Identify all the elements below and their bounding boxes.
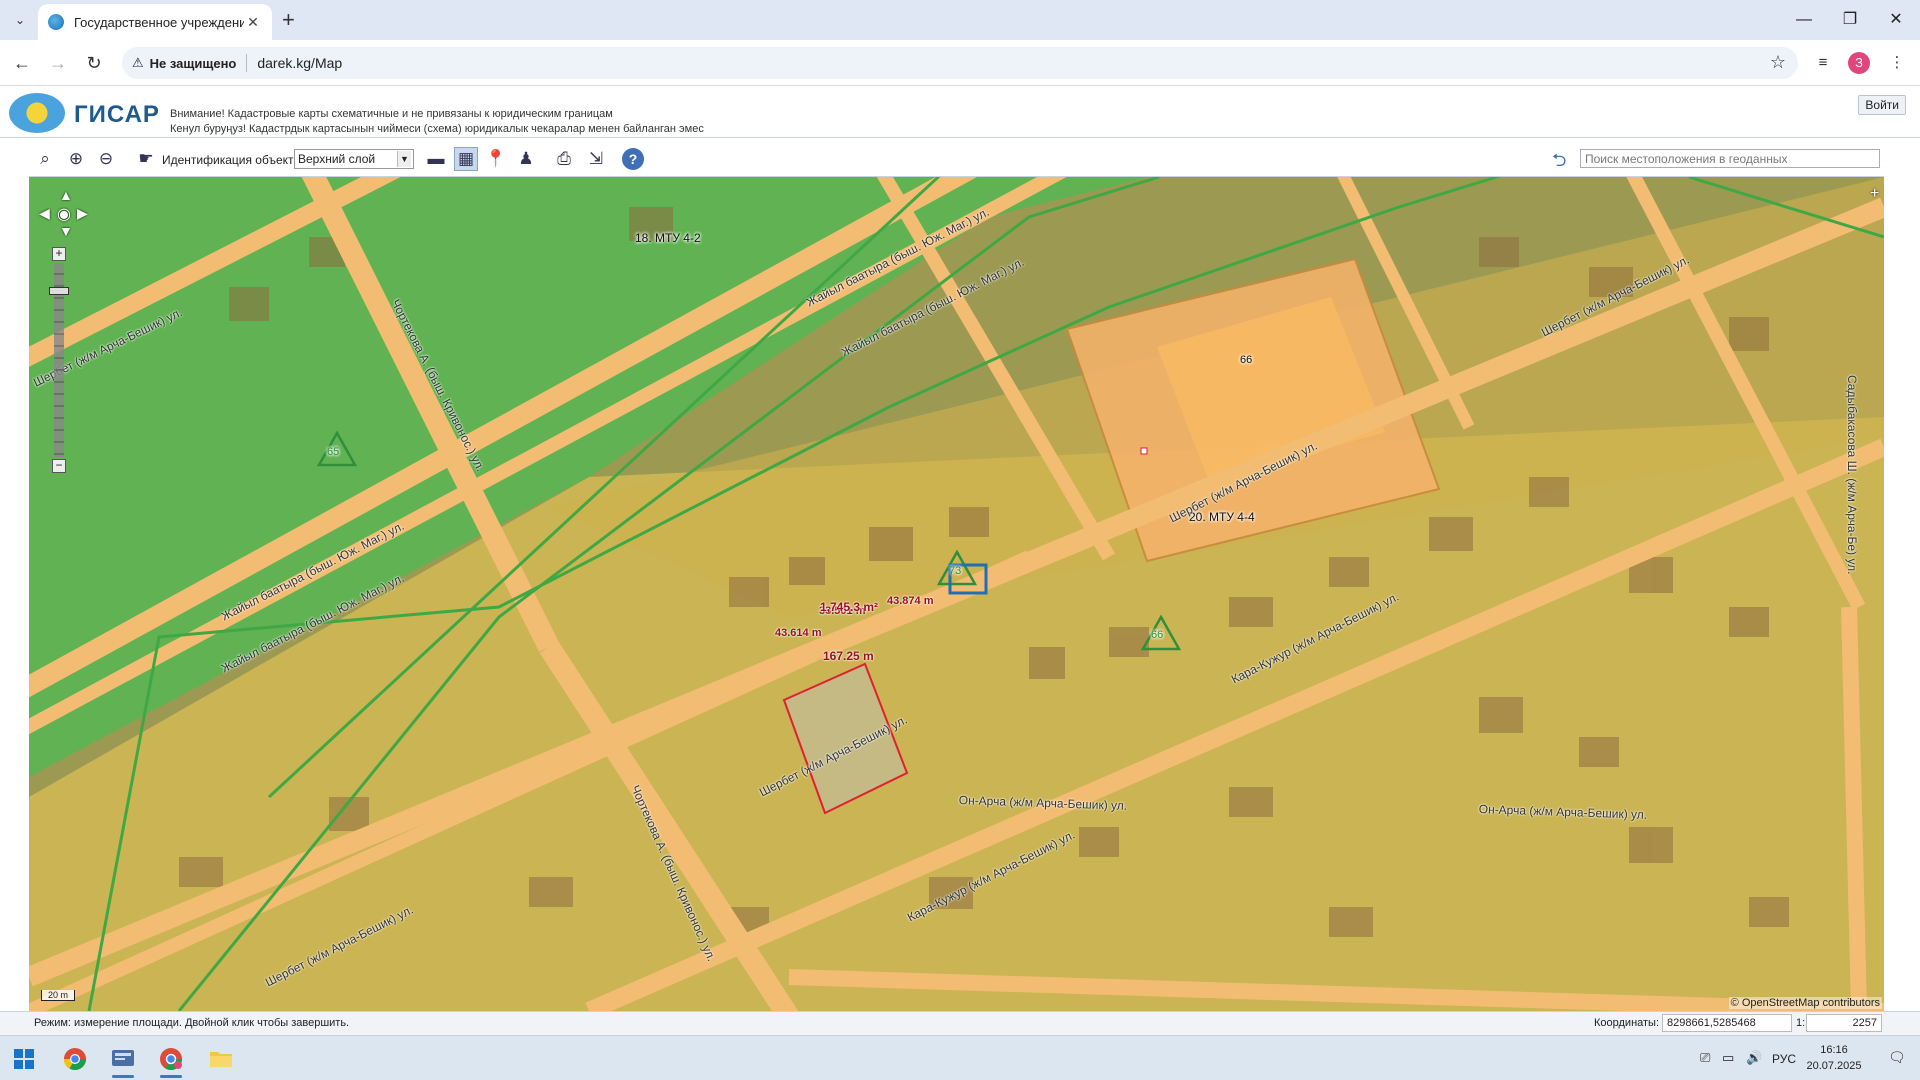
os-taskbar: ⎚ ▭ 🔊 РУС 16:16 20.07.2025 🗨 — [0, 1035, 1920, 1080]
scale-value-input[interactable]: 2257 — [1806, 1014, 1882, 1032]
zoom-out-button[interactable]: − — [52, 459, 66, 473]
point-marker — [1140, 447, 1148, 455]
chrome-profile-taskbar-icon[interactable] — [154, 1042, 188, 1078]
clock-date: 20.07.2025 — [1806, 1060, 1862, 1072]
zoom-in-tool-icon[interactable]: ⊕ — [64, 147, 88, 171]
tab-close-icon[interactable]: ✕ — [244, 14, 262, 31]
print-icon[interactable]: ⎙ — [552, 147, 576, 171]
security-chip[interactable]: ⚠ Не защищено — [132, 55, 236, 71]
clock-time: 16:16 — [1820, 1044, 1848, 1056]
chrome-taskbar-icon[interactable] — [58, 1042, 92, 1076]
zoom-extent-icon[interactable]: ⌕ — [33, 147, 57, 171]
new-tab-button[interactable]: + — [282, 8, 295, 32]
triangle-label-73: 73 — [949, 565, 962, 577]
pan-right-icon[interactable]: ▶ — [77, 205, 88, 222]
coordinates-label: Координаты: — [1594, 1017, 1660, 1029]
select-chevron-down-icon: ▼ — [397, 151, 411, 167]
window-close-button[interactable]: ✕ — [1876, 8, 1916, 32]
zone-label-18: 18. МТУ 4-2 — [635, 231, 701, 245]
omnibox-divider — [246, 54, 248, 72]
zoom-out-tool-icon[interactable]: ⊖ — [94, 147, 118, 171]
window-minimize-button[interactable]: — — [1784, 8, 1824, 32]
pan-control[interactable]: ▲ ◀ ▶ ▼ ◉ — [39, 187, 93, 241]
warning-triangle-icon: ⚠ — [132, 55, 144, 70]
scale-label: 1: — [1796, 1017, 1806, 1029]
address-bar[interactable]: ⚠ Не защищено darek.kg/Map ☆ — [122, 47, 1798, 79]
browser-tabstrip: ⌄ Государственное учреждение ✕ + — ❐ ✕ — [0, 0, 1920, 40]
zoom-slider[interactable]: + − — [49, 247, 69, 473]
measure-perimeter: 167.25 m — [823, 649, 874, 663]
identify-layer-select[interactable]: Верхний слой ▼ — [294, 149, 414, 169]
tab-search-chevron-icon[interactable]: ⌄ — [8, 8, 32, 32]
file-explorer-taskbar-icon[interactable] — [204, 1042, 238, 1076]
windows-start-icon[interactable] — [14, 1049, 34, 1069]
window-restore-button[interactable]: ❐ — [1830, 8, 1870, 32]
profile-avatar[interactable]: З — [1848, 52, 1870, 74]
left-panel-strip — [0, 139, 29, 1011]
identify-label: Идентификация объекта: — [162, 153, 304, 167]
security-label: Не защищено — [149, 55, 237, 71]
globe-home-icon[interactable]: ◉ — [57, 204, 71, 224]
url-text[interactable]: darek.kg/Map — [257, 55, 342, 71]
layer-switcher-plus-icon[interactable]: + — [1870, 186, 1884, 202]
login-button[interactable]: Войти — [1858, 95, 1906, 115]
map-status-bar: Режим: измерение площади. Двойной клик ч… — [0, 1011, 1920, 1035]
triangle-label-65: 65 — [327, 446, 340, 458]
app-taskbar-icon[interactable] — [106, 1042, 140, 1078]
identify-layer-value: Верхний слой — [298, 152, 376, 166]
gisar-globe-logo — [9, 93, 65, 133]
tray-language[interactable]: РУС — [1772, 1052, 1796, 1066]
identify-tool-icon[interactable]: ☛ — [134, 147, 158, 171]
zoom-thumb[interactable] — [49, 287, 69, 295]
media-controls-icon[interactable]: ≡ — [1810, 50, 1836, 76]
status-mode-text: Режим: измерение площади. Двойной клик ч… — [34, 1017, 350, 1029]
taskbar-active-indicator — [160, 1075, 182, 1078]
tray-volume-icon[interactable]: 🔊 — [1746, 1050, 1762, 1066]
tray-meet-icon[interactable]: ⎚ — [1700, 1050, 1710, 1066]
export-icon[interactable]: ⇲ — [584, 147, 608, 171]
forward-arrow-icon[interactable]: → — [46, 51, 70, 75]
map-canvas[interactable]: 18. МТУ 4-2 20. МТУ 4-4 66 65 73 66 Шерб… — [29, 177, 1884, 1011]
browser-tab-active[interactable]: Государственное учреждение ✕ — [38, 4, 272, 40]
measure-right-length: 43.874 m — [887, 595, 934, 607]
app-logo-text: ГИСАР — [74, 101, 160, 128]
back-arrow-icon[interactable]: ← — [10, 51, 34, 75]
taskbar-active-indicator — [112, 1075, 134, 1078]
map-toolbar: » ⌕ ⊕ ⊖ ☛ Идентификация объекта: Верхний… — [0, 139, 1920, 177]
site-favicon-icon — [48, 14, 64, 30]
reload-icon[interactable]: ↻ — [82, 51, 106, 75]
browser-toolbar: ← → ↻ ⚠ Не защищено darek.kg/Map ☆ ≡ З ⋮ — [0, 40, 1920, 86]
measure-area-value: 1,745.3 m² — [819, 600, 879, 614]
measure-area-icon[interactable]: ▦ — [454, 147, 478, 171]
map-attribution: © OpenStreetMap contributors — [1728, 997, 1882, 1009]
geo-search-input[interactable] — [1580, 149, 1880, 168]
triangle-label-66: 66 — [1151, 629, 1164, 641]
measure-distance-icon[interactable]: ▬ — [424, 147, 448, 171]
coordinates-value[interactable]: 8298661,5285468 — [1662, 1014, 1792, 1032]
tray-network-icon[interactable]: ▭ — [1722, 1050, 1734, 1066]
undo-arrow-icon[interactable]: ⮌ — [1552, 148, 1566, 178]
road-sadybakasova — [1841, 606, 1867, 1011]
map-scale-bar: 20 m — [41, 990, 75, 1001]
measure-left-length: 43.614 m — [775, 627, 822, 639]
tab-title: Государственное учреждение — [74, 14, 244, 30]
zoom-in-button[interactable]: + — [52, 247, 66, 261]
notification-bell-icon[interactable]: 🗨 — [1888, 1049, 1906, 1066]
notice-ru: Внимание! Кадастровые карты схематичные … — [170, 108, 613, 120]
street-label: Садыбакасова Ш. (ж/м Арча-Бе) ул. — [1845, 375, 1859, 575]
help-icon[interactable]: ? — [622, 148, 644, 170]
app-header: ГИСАР Внимание! Кадастровые карты схемат… — [0, 87, 1920, 138]
parcel-label-66: 66 — [1240, 354, 1253, 366]
bookmark-star-icon[interactable]: ☆ — [1770, 52, 1786, 73]
pan-down-icon[interactable]: ▼ — [59, 223, 73, 239]
notice-kg: Кенул буруңуз! Кадастрдык картасынын чий… — [170, 123, 704, 135]
browser-menu-icon[interactable]: ⋮ — [1884, 50, 1910, 76]
street-view-person-icon[interactable]: ♟ — [514, 147, 538, 171]
pan-left-icon[interactable]: ◀ — [39, 205, 50, 222]
place-marker-icon[interactable]: 📍 — [484, 147, 508, 171]
taskbar-clock[interactable]: 16:16 20.07.2025 — [1806, 1042, 1862, 1074]
pan-up-icon[interactable]: ▲ — [59, 187, 73, 203]
right-panel-strip — [1884, 139, 1920, 1011]
